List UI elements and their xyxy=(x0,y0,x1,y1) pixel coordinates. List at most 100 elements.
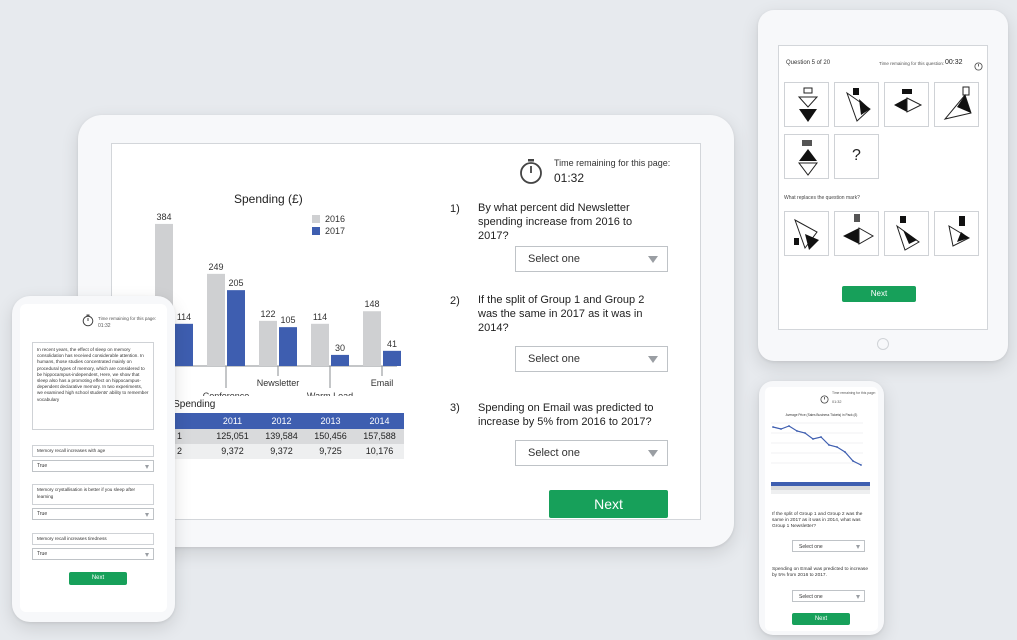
select-value: True xyxy=(37,511,48,517)
table-cell: 125,051 xyxy=(216,431,249,441)
select-value: Select one xyxy=(799,543,823,550)
ipad-screen: Question 5 of 20 Time remaining for this… xyxy=(778,45,988,330)
bar-2017 xyxy=(383,350,401,366)
question-counter: Question 5 of 20 xyxy=(786,60,831,66)
answer-option[interactable] xyxy=(934,211,979,256)
table-row: 2 9,372 9,372 9,725 10,176 xyxy=(168,444,404,459)
data-label: 114 xyxy=(313,312,327,322)
answer-select[interactable]: Select one xyxy=(515,246,668,272)
chart-title: Average Price (Sales Business Tickets) i… xyxy=(785,413,858,417)
timer-label: Time remaining for this question: xyxy=(879,61,945,66)
stopwatch-icon xyxy=(974,58,983,71)
statement-text: Memory crystallisation is better if you … xyxy=(32,484,154,505)
sequence-shape xyxy=(884,82,929,127)
legend-swatch xyxy=(312,227,320,235)
question-text: By what percent did Newsletter spending … xyxy=(478,202,633,242)
answer-option[interactable] xyxy=(884,211,929,256)
question-mark-box: ? xyxy=(834,134,879,179)
data-label: 122 xyxy=(260,309,275,319)
data-label: 41 xyxy=(387,339,397,349)
chevron-down-icon xyxy=(648,450,658,457)
data-label: 114 xyxy=(177,312,191,322)
question-text: Spending on Email was predicted to incre… xyxy=(772,567,868,578)
select-value: Select one xyxy=(528,447,580,459)
category-label: Warm Lead xyxy=(307,391,353,396)
chevron-down-icon xyxy=(856,545,860,549)
bar-2016 xyxy=(259,320,277,366)
question-text: If the split of Group 1 and Group 2 was … xyxy=(772,512,863,529)
data-point xyxy=(788,425,790,427)
timer-label: Time remaining for this page: xyxy=(98,316,157,321)
price-line-chart xyxy=(771,422,863,466)
statement-text: Memory recall increases tiredness xyxy=(32,533,154,545)
bar-2017 xyxy=(279,327,297,366)
table-row xyxy=(771,490,870,494)
data-point xyxy=(852,460,854,462)
stopwatch-icon xyxy=(820,391,829,404)
data-label: 384 xyxy=(156,212,171,222)
data-point xyxy=(836,446,838,448)
series-line xyxy=(772,425,862,466)
data-point xyxy=(772,426,774,428)
data-label: 105 xyxy=(280,315,295,325)
select-value: Select one xyxy=(528,353,580,365)
table-cell: 9,372 xyxy=(270,446,293,456)
data-label: 148 xyxy=(364,299,379,309)
answer-option[interactable] xyxy=(834,211,879,256)
bar-2016 xyxy=(311,323,329,366)
select-value: True xyxy=(37,551,48,557)
legend-label: 2017 xyxy=(325,226,345,236)
answer-select[interactable]: Select one xyxy=(515,440,668,466)
question-number: 1) xyxy=(450,203,460,215)
select-value: Select one xyxy=(528,253,580,265)
answer-select[interactable]: True xyxy=(32,508,154,520)
mini-table xyxy=(771,482,870,494)
bar-2017 xyxy=(227,290,245,366)
answer-select[interactable]: True xyxy=(32,460,154,472)
data-point xyxy=(860,464,862,466)
phone-left-device: Time remaining for this page: 01:32 In r… xyxy=(12,296,175,622)
chevron-down-icon xyxy=(648,356,658,363)
bar-2016 xyxy=(207,273,225,366)
data-point xyxy=(796,430,798,432)
category-label: Newsletter xyxy=(257,378,300,388)
next-button[interactable]: Next xyxy=(549,490,668,518)
next-button[interactable]: Next xyxy=(842,286,916,302)
data-point xyxy=(780,428,782,430)
table-cell: 9,372 xyxy=(221,446,244,456)
next-button[interactable]: Next xyxy=(792,613,850,625)
ipad-device: Question 5 of 20 Time remaining for this… xyxy=(758,10,1008,361)
timer-value: 01:32 xyxy=(832,400,842,404)
timer-label: Time remaining for this page: xyxy=(832,391,876,395)
stopwatch-icon xyxy=(519,159,543,185)
category-label: Conference xyxy=(203,391,250,396)
data-point xyxy=(804,432,806,434)
spending-chart: 384 114 249 205 Conference 122 105 Newsletter 11… xyxy=(145,212,401,396)
answer-select[interactable]: Select one xyxy=(515,346,668,372)
statement-text: Memory recall increases with age xyxy=(32,445,154,457)
passage-text: In recent years, the effect of sleep on … xyxy=(37,347,149,402)
table-header: 2011 xyxy=(222,416,243,426)
answer-select[interactable]: Select one xyxy=(792,590,865,602)
passage-box: In recent years, the effect of sleep on … xyxy=(32,342,154,430)
data-point xyxy=(828,444,830,446)
table-header: 2012 xyxy=(271,416,292,426)
table-cell: 157,588 xyxy=(363,431,396,441)
data-point xyxy=(812,438,814,440)
table-header-row: 2011 2012 2013 2014 xyxy=(168,413,404,429)
sequence-shape xyxy=(934,82,979,127)
chart-title: Spending (£) xyxy=(234,192,303,206)
table-header: 2013 xyxy=(320,416,341,426)
phone-right-screen: Time remaining for this page: 01:32 Aver… xyxy=(765,387,878,631)
answer-select[interactable]: Select one xyxy=(792,540,865,552)
answer-select[interactable]: True xyxy=(32,548,154,560)
question-number: 3) xyxy=(450,402,460,414)
stopwatch-icon xyxy=(82,314,94,327)
tablet-device: Time remaining for this page: 01:32 Spen… xyxy=(78,115,734,547)
legend-swatch xyxy=(312,215,320,223)
data-label: 249 xyxy=(208,262,223,272)
next-button[interactable]: Next xyxy=(69,572,127,585)
answer-option[interactable] xyxy=(784,211,829,256)
home-button[interactable] xyxy=(877,338,889,350)
chevron-down-icon xyxy=(648,256,658,263)
